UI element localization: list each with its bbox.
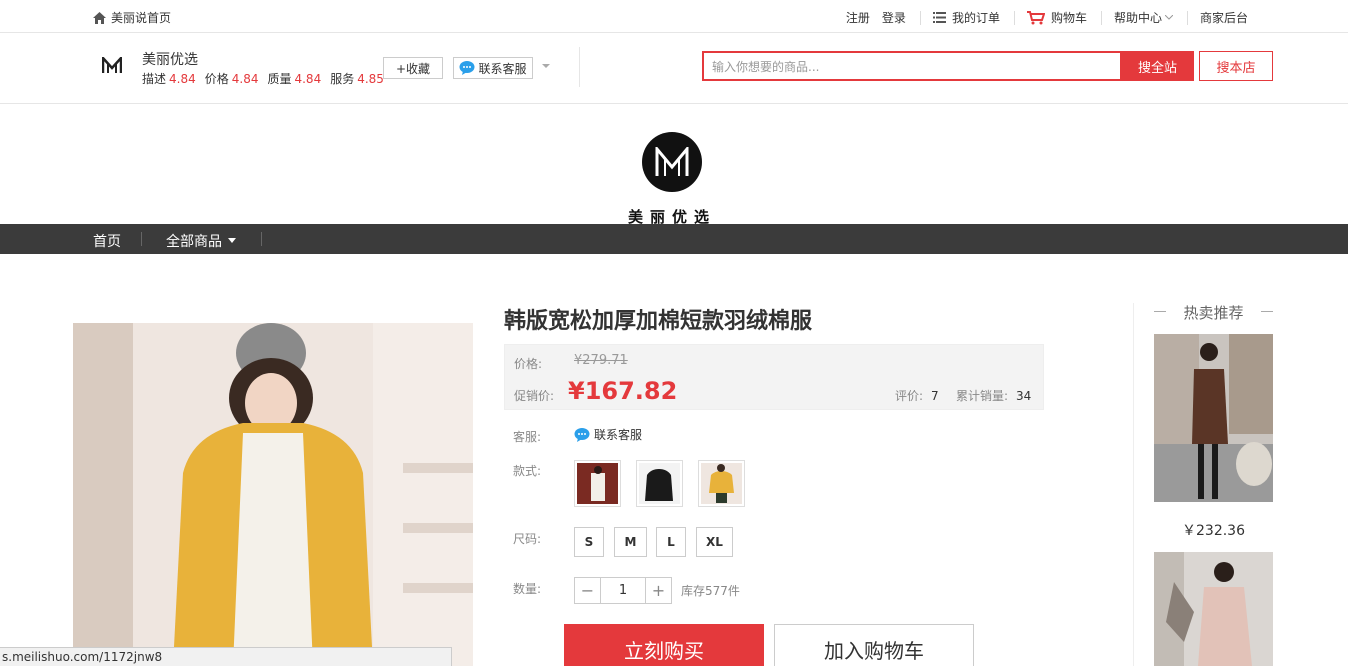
score-quality: 质量 4.84 bbox=[267, 72, 322, 86]
product-main-image[interactable] bbox=[73, 323, 473, 666]
top-nav: 注册 登录 我的订单 购物车 帮助中心 商家后台 bbox=[834, 9, 1248, 26]
size-label: 尺码: bbox=[513, 532, 542, 546]
price-box: 价格: ¥279.71 促销价: ¥167.82 评价: 7 累计销量: 34 bbox=[504, 344, 1044, 410]
hot-item-image[interactable] bbox=[1154, 552, 1273, 666]
hot-item-price: ￥232.36 bbox=[1182, 523, 1245, 539]
shop-logo-icon[interactable] bbox=[102, 57, 122, 74]
shop-header: 美丽优选 描述 4.84 价格 4.84 质量 4.84 服务 4.85 +收藏 联系客… bbox=[0, 33, 1348, 104]
divider bbox=[919, 10, 921, 25]
home-label: 美丽说首页 bbox=[111, 11, 172, 25]
hot-item-image[interactable] bbox=[1154, 334, 1273, 502]
stock-count: 库存577件 bbox=[681, 584, 740, 598]
style-option-2[interactable] bbox=[636, 460, 683, 507]
size-option-l[interactable]: L bbox=[656, 527, 686, 557]
chat-bubble-icon bbox=[574, 427, 590, 442]
cart-icon bbox=[1026, 10, 1045, 24]
buy-now-button[interactable]: 立刻购买 bbox=[564, 624, 764, 666]
promo-label: 促销价: bbox=[514, 389, 555, 403]
style-thumbnail bbox=[577, 463, 618, 504]
original-price: ¥279.71 bbox=[574, 353, 628, 368]
divider bbox=[1186, 10, 1188, 25]
hot-title: 热卖推荐 bbox=[1154, 302, 1273, 323]
contact-service-label: 联系客服 bbox=[594, 428, 643, 442]
list-icon bbox=[932, 12, 946, 23]
shop-nav: 首页 全部商品 bbox=[0, 224, 1348, 254]
caret-down-icon bbox=[228, 238, 236, 243]
score-price: 价格 4.84 bbox=[204, 72, 259, 86]
divider bbox=[579, 47, 580, 87]
register-link[interactable]: 注册 bbox=[846, 9, 870, 26]
top-bar: 美丽说首页 注册 登录 我的订单 购物车 帮助中心 商家后台 bbox=[0, 0, 1348, 33]
sales-stat: 累计销量: 34 bbox=[956, 389, 1032, 403]
score-service: 服务 4.85 bbox=[330, 72, 384, 86]
cs-row-label: 客服: bbox=[513, 430, 542, 444]
score-description: 描述 4.84 bbox=[142, 72, 196, 86]
style-thumbnail bbox=[639, 463, 680, 504]
qty-minus-button[interactable]: − bbox=[575, 578, 600, 603]
contact-service-button[interactable]: 联系客服 bbox=[453, 57, 533, 79]
price-label: 价格: bbox=[514, 357, 543, 371]
brand-logo-icon bbox=[655, 147, 689, 176]
seller-link[interactable]: 商家后台 bbox=[1200, 9, 1248, 26]
divider bbox=[141, 232, 142, 246]
style-label: 款式: bbox=[513, 464, 542, 478]
nav-all-products[interactable]: 全部商品 bbox=[166, 231, 236, 251]
size-option-m[interactable]: M bbox=[614, 527, 647, 557]
help-dropdown[interactable]: 帮助中心 bbox=[1114, 9, 1173, 26]
chevron-down-icon[interactable] bbox=[542, 64, 550, 68]
promo-price: ¥167.82 bbox=[568, 377, 678, 405]
product-photo bbox=[73, 323, 473, 666]
add-to-cart-button[interactable]: 加入购物车 bbox=[774, 624, 974, 666]
help-label: 帮助中心 bbox=[1113, 11, 1162, 25]
orders-label: 我的订单 bbox=[951, 11, 1000, 25]
style-thumbnail bbox=[701, 463, 742, 504]
chevron-down-icon bbox=[1164, 15, 1173, 20]
divider bbox=[261, 232, 262, 246]
size-option-xl[interactable]: XL bbox=[696, 527, 733, 557]
brand-logo[interactable] bbox=[642, 132, 702, 192]
search-all-button[interactable]: 搜全站 bbox=[1121, 51, 1194, 81]
search-shop-button[interactable]: 搜本店 bbox=[1199, 51, 1273, 81]
search-input[interactable]: 输入你想要的商品... bbox=[702, 51, 1122, 81]
cart-link[interactable]: 购物车 bbox=[1026, 9, 1087, 26]
qty-label: 数量: bbox=[513, 582, 542, 596]
qty-plus-button[interactable]: + bbox=[646, 578, 671, 603]
nav-all-label: 全部商品 bbox=[166, 234, 222, 250]
nav-home[interactable]: 首页 bbox=[93, 231, 121, 251]
style-option-1[interactable] bbox=[574, 460, 621, 507]
hot-item-photo bbox=[1154, 552, 1273, 666]
product-title: 韩版宽松加厚加棉短款羽绒棉服 bbox=[504, 309, 813, 334]
browser-status-bar: s.meilishuo.com/1172jnw8 bbox=[0, 647, 452, 666]
shop-scores: 描述 4.84 价格 4.84 质量 4.84 服务 4.85 bbox=[142, 70, 393, 87]
orders-link[interactable]: 我的订单 bbox=[932, 9, 1000, 26]
login-link[interactable]: 登录 bbox=[882, 9, 906, 26]
home-link[interactable]: 美丽说首页 bbox=[93, 9, 171, 26]
shop-name[interactable]: 美丽优选 bbox=[142, 49, 198, 69]
style-option-3[interactable] bbox=[698, 460, 745, 507]
contact-service-label: 联系客服 bbox=[478, 61, 527, 76]
chat-bubble-icon bbox=[459, 61, 475, 75]
quantity-stepper: − 1 + bbox=[574, 577, 672, 604]
cart-label: 购物车 bbox=[1050, 11, 1087, 25]
divider bbox=[1133, 303, 1134, 666]
size-option-s[interactable]: S bbox=[574, 527, 604, 557]
divider bbox=[1013, 10, 1015, 25]
hot-item-photo bbox=[1154, 334, 1273, 502]
qty-input[interactable]: 1 bbox=[600, 578, 646, 603]
favorite-button[interactable]: +收藏 bbox=[383, 57, 443, 79]
reviews-stat[interactable]: 评价: 7 bbox=[895, 387, 939, 404]
home-icon bbox=[93, 11, 106, 24]
divider bbox=[1100, 10, 1102, 25]
contact-service-link[interactable]: 联系客服 bbox=[574, 426, 642, 443]
